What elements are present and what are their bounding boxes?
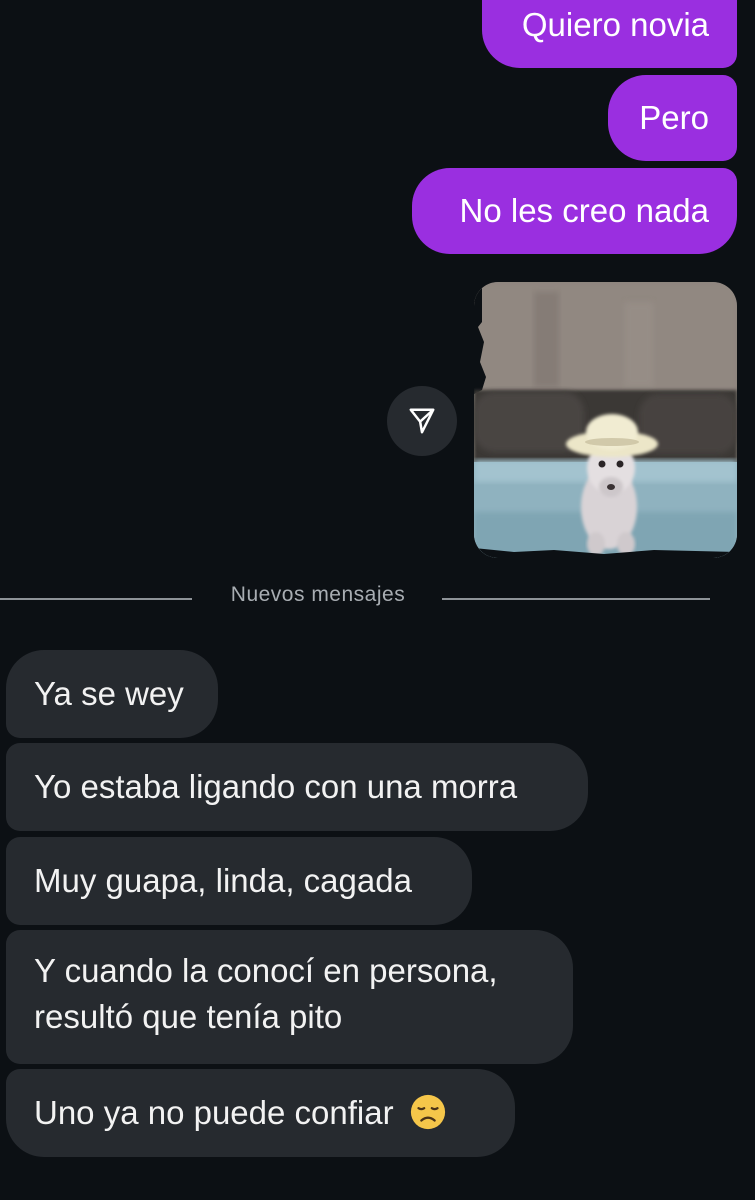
disappointed-face-icon [410,1094,445,1130]
divider-line-right [442,598,710,600]
outgoing-message[interactable]: Pero [608,75,737,161]
share-button[interactable] [387,386,457,456]
incoming-message[interactable]: Uno ya no puede confiar [6,1069,515,1157]
incoming-message[interactable]: Muy guapa, linda, cagada [6,837,472,925]
incoming-message[interactable]: Yo estaba ligando con una morra [6,743,588,831]
share-icon [409,408,435,434]
message-text: No les creo nada [459,192,709,229]
new-messages-divider: Nuevos mensajes [230,583,406,606]
message-text: Uno ya no puede confiar [34,1094,394,1131]
incoming-message[interactable]: Ya se wey [6,650,218,738]
message-text: Ya se wey [34,675,184,712]
message-text: Y cuando la conocí en persona, resultó q… [34,952,498,1035]
dog-photo [474,282,737,558]
image-message[interactable] [474,282,737,558]
outgoing-message[interactable]: No les creo nada [412,168,737,254]
message-text: Yo estaba ligando con una morra [34,768,518,805]
message-text: Muy guapa, linda, cagada [34,862,412,899]
message-text: Pero [639,99,709,136]
incoming-message[interactable]: Y cuando la conocí en persona, resultó q… [6,930,573,1064]
message-text: Quiero novia [521,6,709,43]
outgoing-message[interactable]: Quiero novia [482,0,737,68]
